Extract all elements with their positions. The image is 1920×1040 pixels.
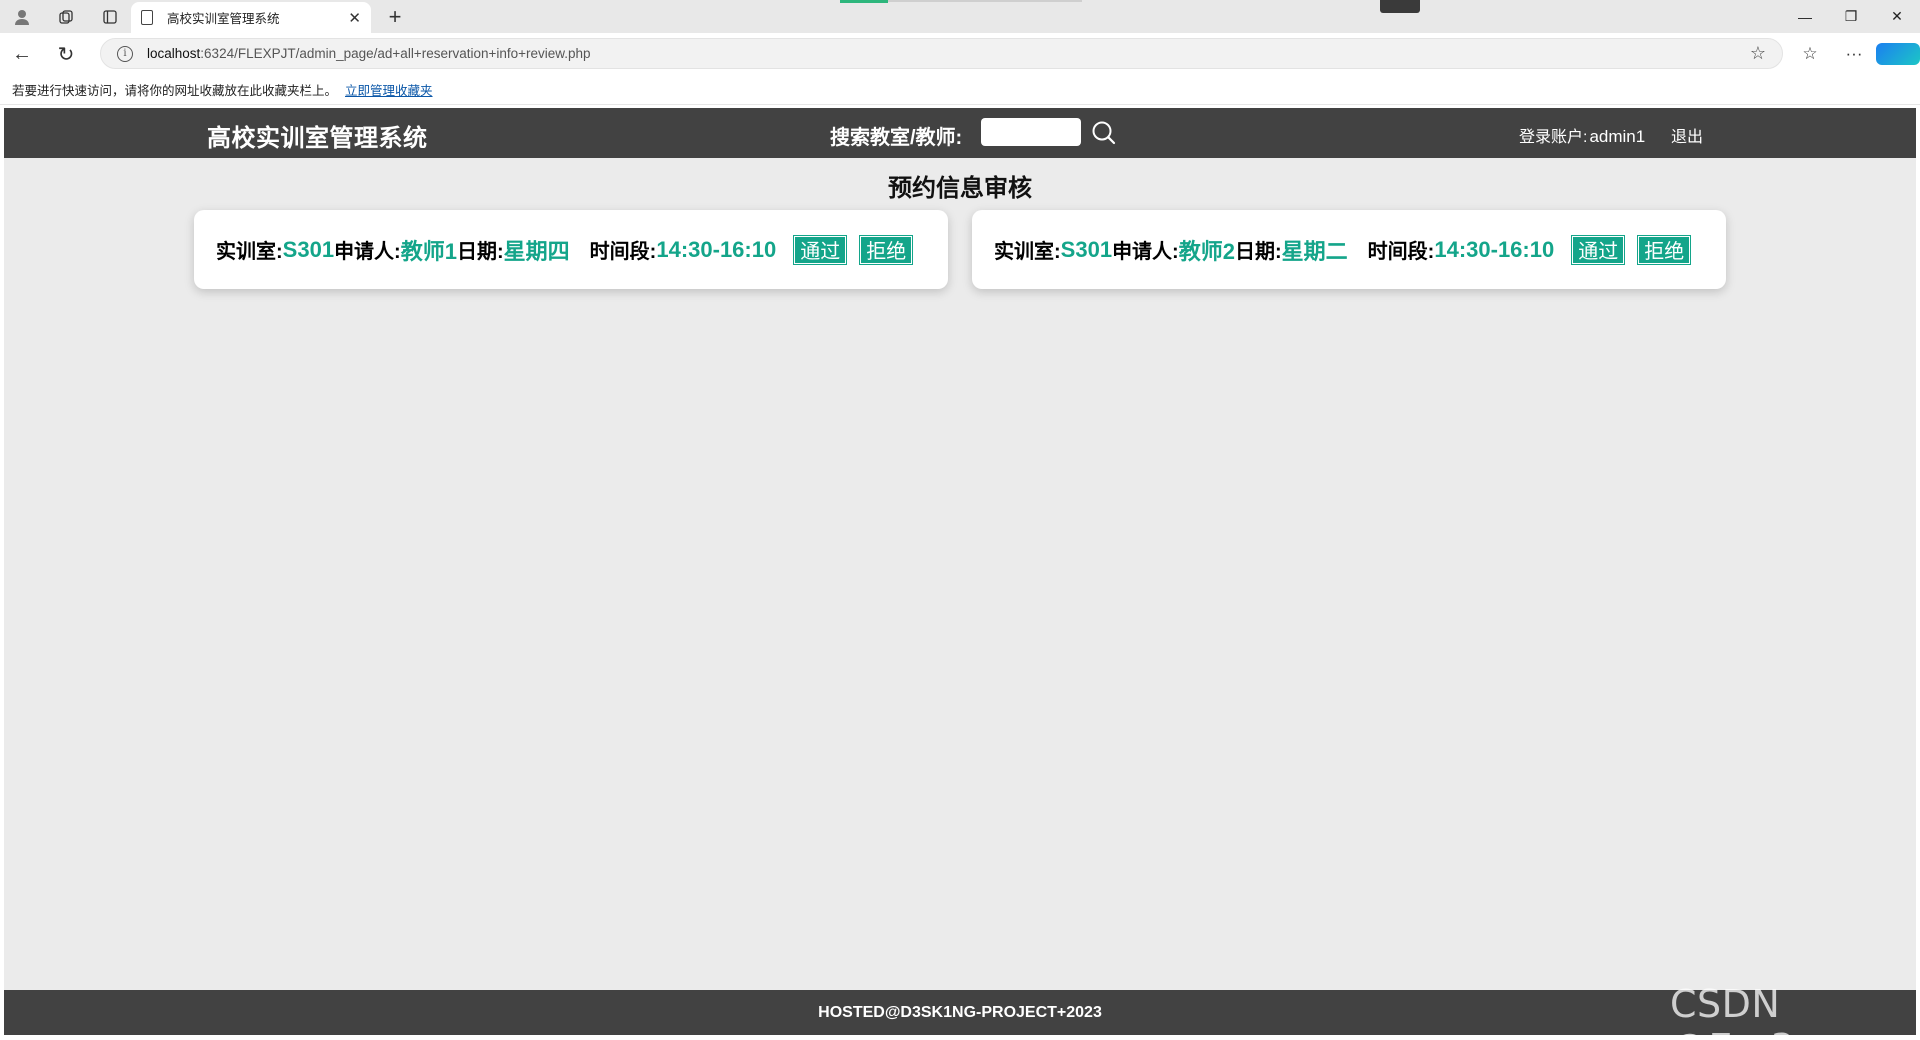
favorite-star-icon[interactable]: ☆	[1750, 43, 1766, 64]
logout-link[interactable]: 退出	[1671, 123, 1703, 147]
room-label: 实训室:	[994, 241, 1061, 263]
progress-indicator	[840, 0, 888, 3]
page-icon	[141, 10, 153, 25]
refresh-icon[interactable]: ↻	[44, 33, 88, 75]
time-value: 14:30-16:10	[1434, 236, 1555, 262]
approve-button[interactable]: 通过	[793, 234, 848, 265]
more-icon[interactable]: ···	[1832, 44, 1876, 64]
site-info-icon[interactable]: i	[117, 45, 133, 62]
favbar-hint: 若要进行快速访问，请将你的网址收藏放在此收藏夹栏上。	[12, 84, 338, 98]
minimize-icon[interactable]: —	[1782, 0, 1828, 33]
profile-icon[interactable]	[0, 0, 44, 33]
site-footer: HOSTED@D3SK1NG-PROJECT+2023	[4, 990, 1916, 1035]
favorites-icon[interactable]: ☆	[1788, 44, 1832, 64]
approve-button[interactable]: 通过	[1571, 234, 1626, 265]
page-viewport: 高校实训室管理系统 搜索教室/教师: 登录账户: admin1 退出 预约信息审核…	[4, 108, 1916, 1035]
workspaces-icon[interactable]	[44, 0, 88, 33]
url-host: localhost	[147, 46, 201, 61]
login-info: 登录账户: admin1	[1519, 123, 1645, 147]
applicant-value: 教师2	[1178, 238, 1235, 264]
search-label: 搜索教室/教师:	[830, 127, 963, 149]
page-title: 预约信息审核	[888, 175, 1032, 202]
back-icon[interactable]: ←	[0, 33, 44, 75]
time-label: 时间段:	[1367, 241, 1435, 263]
applicant-label: 申请人:	[334, 241, 401, 263]
new-tab-button[interactable]: +	[380, 3, 410, 31]
reservation-card: 实训室: S301 申请人: 教师1 日期: 星期四 时间段: 14:30-16…	[194, 210, 948, 289]
close-window-icon[interactable]: ✕	[1874, 0, 1920, 33]
reject-button[interactable]: 拒绝	[1637, 234, 1692, 265]
reservation-card: 实训室: S301 申请人: 教师2 日期: 星期二 时间段: 14:30-16…	[972, 210, 1726, 289]
address-bar-row: ← ↻ i localhost:6324/FLEXPJT/admin_page/…	[0, 33, 1920, 75]
restore-icon[interactable]: ❐	[1828, 0, 1874, 33]
address-bar[interactable]: i localhost:6324/FLEXPJT/admin_page/ad+a…	[100, 38, 1783, 69]
url-path: :6324/FLEXPJT/admin_page/ad+all+reservat…	[200, 46, 591, 61]
manage-favorites-link[interactable]: 立即管理收藏夹	[345, 80, 433, 99]
window-thumbnail	[1380, 0, 1420, 13]
applicant-value: 教师1	[400, 238, 457, 264]
room-value: S301	[1060, 236, 1113, 262]
site-title[interactable]: 高校实训室管理系统	[207, 118, 428, 153]
account-name: admin1	[1589, 127, 1646, 146]
watermark: CSDN @Em3ra	[1670, 982, 1835, 1040]
window-edge	[1916, 105, 1920, 1040]
reject-button[interactable]: 拒绝	[859, 234, 914, 265]
date-value: 星期二	[1281, 238, 1348, 264]
tab-actions-icon[interactable]	[88, 0, 132, 33]
room-label: 实训室:	[216, 241, 283, 263]
copilot-button[interactable]	[1876, 43, 1920, 65]
login-label: 登录账户:	[1519, 129, 1588, 146]
tab-title: 高校实训室管理系统	[167, 12, 280, 26]
room-value: S301	[282, 236, 335, 262]
active-tab[interactable]: 高校实训室管理系统 ✕	[131, 2, 371, 33]
copilot-icon	[1876, 43, 1920, 65]
time-value: 14:30-16:10	[656, 236, 777, 262]
window-controls: — ❐ ✕	[1782, 0, 1920, 33]
applicant-label: 申请人:	[1112, 241, 1179, 263]
time-label: 时间段:	[589, 241, 657, 263]
close-tab-icon[interactable]: ✕	[348, 9, 361, 27]
date-value: 星期四	[503, 238, 570, 264]
progress-track	[888, 0, 1082, 2]
favorites-bar: 若要进行快速访问，请将你的网址收藏放在此收藏夹栏上。 立即管理收藏夹	[0, 75, 1920, 105]
search-icon[interactable]	[1091, 120, 1117, 146]
date-label: 日期:	[456, 241, 504, 263]
search-input[interactable]	[981, 118, 1081, 146]
browser-toolbar-right: ☆ ···	[1788, 33, 1920, 75]
browser-tab-bar: 高校实训室管理系统 ✕ + — ❐ ✕	[0, 0, 1920, 33]
site-header: 高校实训室管理系统 搜索教室/教师: 登录账户: admin1 退出	[4, 108, 1916, 158]
date-label: 日期:	[1234, 241, 1282, 263]
